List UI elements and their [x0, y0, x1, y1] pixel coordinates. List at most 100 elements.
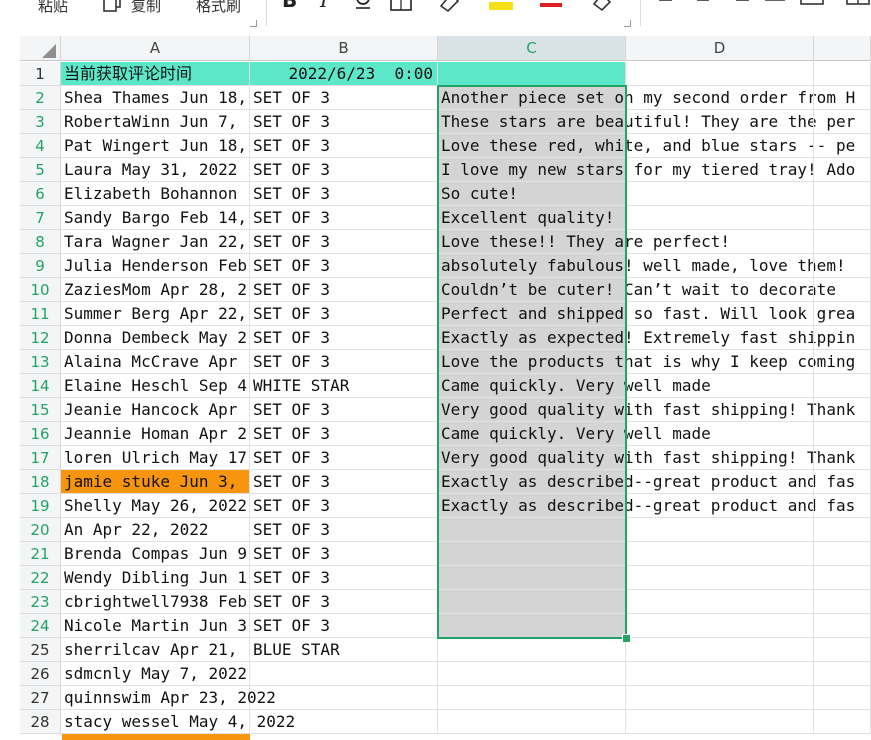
cell-b15[interactable]: SET OF 3	[250, 398, 438, 422]
cell-c21[interactable]	[438, 542, 626, 566]
cell-d9[interactable]	[626, 254, 814, 278]
cell-b16[interactable]: SET OF 3	[250, 422, 438, 446]
cell-a5[interactable]: Laura May 31, 2022	[61, 158, 250, 182]
cell-b1[interactable]: 2022/6/23 0:00	[250, 62, 438, 86]
cell-c17[interactable]: Very good quality with fast shipping! Th…	[438, 446, 855, 470]
row-header[interactable]: 3	[20, 110, 61, 134]
row-header[interactable]: 19	[20, 494, 61, 518]
cell-b26[interactable]	[250, 662, 438, 686]
row-header[interactable]: 10	[20, 278, 61, 302]
cell-a12[interactable]: Donna Dembeck May 2	[61, 326, 250, 350]
align-left-icon[interactable]	[658, 0, 680, 14]
bold-icon[interactable]: B	[282, 0, 300, 14]
cell-c18[interactable]: Exactly as described--great product and …	[438, 470, 855, 494]
cell-a9[interactable]: Julia Henderson Feb	[61, 254, 250, 278]
row-header[interactable]: 8	[20, 230, 61, 254]
copy-icon[interactable]	[103, 0, 123, 16]
cell-a21[interactable]: Brenda Compas Jun 9	[61, 542, 250, 566]
justify-icon[interactable]	[764, 0, 786, 14]
cell-d5[interactable]	[626, 158, 814, 182]
row-header[interactable]: 23	[20, 590, 61, 614]
format-painter-button[interactable]: 格式刷	[196, 0, 241, 16]
cell-b23[interactable]: SET OF 3	[250, 590, 438, 614]
cell-a22[interactable]: Wendy Dibling Jun 1	[61, 566, 250, 590]
cell-c11[interactable]: Perfect and shipped so fast. Will look g…	[438, 302, 855, 326]
cell-b7[interactable]: SET OF 3	[250, 206, 438, 230]
cell-b9[interactable]: SET OF 3	[250, 254, 438, 278]
cell-b13[interactable]: SET OF 3	[250, 350, 438, 374]
cell-a2[interactable]: Shea Thames Jun 18,	[61, 86, 250, 110]
cell-a4[interactable]: Pat Wingert Jun 18,	[61, 134, 250, 158]
column-header-d[interactable]: D	[626, 36, 814, 61]
cell-c10[interactable]: Couldn’t be cuter! Can’t wait to decorat…	[438, 278, 836, 302]
cell-c4[interactable]: Love these red, white, and blue stars --…	[438, 134, 855, 158]
cell-a27[interactable]: quinnswim Apr 23, 2022	[61, 686, 276, 710]
cell-a1[interactable]: 当前获取评论时间	[61, 62, 250, 86]
clipboard-group-launcher[interactable]	[250, 20, 257, 27]
cell-e1[interactable]	[814, 62, 871, 86]
cell-a19[interactable]: Shelly May 26, 2022	[61, 494, 250, 518]
cell-d18[interactable]	[626, 470, 814, 494]
row-header[interactable]: 20	[20, 518, 61, 542]
cell-b27[interactable]	[250, 686, 438, 710]
cell-a8[interactable]: Tara Wagner Jan 22,	[61, 230, 250, 254]
cell-d12[interactable]	[626, 326, 814, 350]
cell-d28[interactable]	[626, 710, 814, 734]
wrap-text-icon[interactable]	[800, 0, 824, 14]
merge-cells-icon[interactable]	[846, 0, 870, 14]
cell-c1[interactable]	[438, 62, 626, 86]
cell-e21[interactable]	[814, 542, 871, 566]
cell-c24[interactable]	[438, 614, 626, 638]
cell-b14[interactable]: WHITE STAR	[250, 374, 438, 398]
copy-button[interactable]: 复制	[131, 0, 161, 16]
cell-b6[interactable]: SET OF 3	[250, 182, 438, 206]
cell-d16[interactable]	[626, 422, 814, 446]
row-header[interactable]: 1	[20, 62, 61, 86]
cell-b4[interactable]: SET OF 3	[250, 134, 438, 158]
cell-c8[interactable]: Love these!! They are perfect!	[438, 230, 730, 254]
cell-b18[interactable]: SET OF 3	[250, 470, 438, 494]
underline-icon[interactable]	[353, 0, 373, 14]
row-header[interactable]: 2	[20, 86, 61, 110]
cell-e25[interactable]	[814, 638, 871, 662]
cell-d11[interactable]	[626, 302, 814, 326]
cell-b12[interactable]: SET OF 3	[250, 326, 438, 350]
cell-b17[interactable]: SET OF 3	[250, 446, 438, 470]
cell-d3[interactable]	[626, 110, 814, 134]
cell-b10[interactable]: SET OF 3	[250, 278, 438, 302]
align-right-icon[interactable]	[728, 0, 750, 14]
column-header-c[interactable]: C	[438, 36, 626, 61]
cell-c16[interactable]: Came quickly. Very well made	[438, 422, 711, 446]
row-header[interactable]: 4	[20, 134, 61, 158]
cell-a20[interactable]: An Apr 22, 2022	[61, 518, 250, 542]
cell-c13[interactable]: Love the products that is why I keep com…	[438, 350, 855, 374]
row-header[interactable]: 26	[20, 662, 61, 686]
cell-b24[interactable]: SET OF 3	[250, 614, 438, 638]
cell-a15[interactable]: Jeanie Hancock Apr	[61, 398, 250, 422]
highlight-color-icon[interactable]	[488, 0, 514, 17]
cell-b25[interactable]: BLUE STAR	[250, 638, 438, 662]
cell-c25[interactable]	[438, 638, 626, 662]
cell-e8[interactable]	[814, 230, 871, 254]
row-header[interactable]: 9	[20, 254, 61, 278]
cell-b5[interactable]: SET OF 3	[250, 158, 438, 182]
cell-e23[interactable]	[814, 590, 871, 614]
row-header[interactable]: 14	[20, 374, 61, 398]
row-header[interactable]: 17	[20, 446, 61, 470]
row-header[interactable]: 24	[20, 614, 61, 638]
column-header-a[interactable]: A	[61, 36, 250, 61]
italic-icon[interactable]: I	[318, 0, 332, 14]
cell-a25[interactable]: sherrilcav Apr 21,	[61, 638, 250, 662]
cell-d8[interactable]	[626, 230, 814, 254]
cell-a28[interactable]: stacy wessel May 4, 2022	[61, 710, 295, 734]
cell-c6[interactable]: So cute!	[438, 182, 626, 206]
row-header[interactable]: 21	[20, 542, 61, 566]
fill-color-icon[interactable]	[438, 0, 462, 16]
cell-c22[interactable]	[438, 566, 626, 590]
row-header[interactable]: 11	[20, 302, 61, 326]
align-center-icon[interactable]	[692, 0, 714, 14]
cell-e14[interactable]	[814, 374, 871, 398]
row-header[interactable]: 13	[20, 350, 61, 374]
border-icon[interactable]	[390, 0, 412, 16]
cell-a10[interactable]: ZaziesMom Apr 28, 2	[61, 278, 250, 302]
